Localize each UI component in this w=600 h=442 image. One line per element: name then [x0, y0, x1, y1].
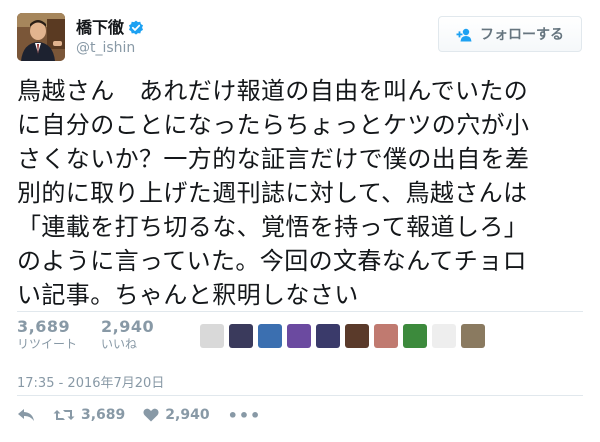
stats-divider-top: [17, 311, 583, 312]
verified-badge-icon: [128, 20, 144, 36]
user-avatar-2-icon[interactable]: [229, 324, 253, 348]
retweet-icon: [53, 410, 75, 420]
retweet-action-count: 3,689: [81, 407, 126, 423]
like-label: いいね: [101, 337, 138, 351]
reply-button[interactable]: [17, 408, 35, 422]
user-avatar-1-icon[interactable]: [200, 324, 224, 348]
actions-divider: [17, 395, 583, 396]
user-avatar-9-icon[interactable]: [432, 324, 456, 348]
user-name-row: 橋下徹: [76, 18, 144, 38]
liker-avatars: [200, 324, 485, 348]
follow-button[interactable]: フォローする: [438, 16, 582, 52]
user-avatar-8-icon[interactable]: [403, 324, 427, 348]
user-avatar-10-icon[interactable]: [461, 324, 485, 348]
heart-icon: [143, 408, 159, 422]
user-avatar-5-icon[interactable]: [316, 324, 340, 348]
display-name[interactable]: 橋下徹: [76, 18, 124, 38]
user-avatar-4-icon[interactable]: [287, 324, 311, 348]
follow-button-label: フォローする: [480, 27, 564, 43]
tweet-actions: 3,689 2,940 •••: [17, 404, 279, 426]
retweet-count: 3,689: [17, 317, 71, 336]
reply-icon: [18, 409, 34, 421]
like-stat[interactable]: 2,940 いいね: [101, 318, 154, 352]
add-user-icon: [456, 27, 474, 42]
profile-avatar[interactable]: [17, 13, 65, 61]
like-button[interactable]: 2,940: [143, 407, 210, 423]
tweet-text: 鳥越さん あれだけ報道の自由を叫んでいたの に自分のことになったらちょっとケツの…: [17, 77, 530, 309]
user-avatar-7-icon[interactable]: [374, 324, 398, 348]
user-avatar-3-icon[interactable]: [258, 324, 282, 348]
profile-photo-icon: [17, 13, 65, 61]
like-action-count: 2,940: [165, 407, 210, 423]
tweet-card: 橋下徹 @t_ishin フォローする 鳥越さん あれだけ報道の自由を叫んでいた…: [0, 0, 600, 442]
screen-name[interactable]: @t_ishin: [76, 39, 135, 57]
more-icon: •••: [227, 405, 262, 425]
more-button[interactable]: •••: [228, 406, 262, 425]
retweet-button[interactable]: 3,689: [53, 407, 125, 423]
retweet-label: リツイート: [17, 337, 78, 351]
tweet-timestamp[interactable]: 17:35 - 2016年7月20日: [17, 376, 164, 392]
user-avatar-6-icon[interactable]: [345, 324, 369, 348]
retweet-stat[interactable]: 3,689 リツイート: [17, 318, 77, 352]
like-count: 2,940: [101, 317, 155, 336]
